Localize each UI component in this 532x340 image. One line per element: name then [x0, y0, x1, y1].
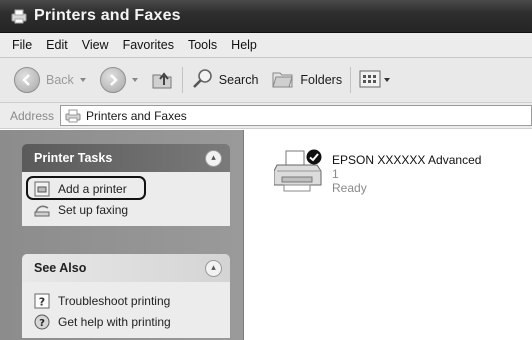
troubleshoot-printing-label: Troubleshoot printing [58, 293, 171, 308]
menu-edit[interactable]: Edit [40, 36, 74, 54]
views-button[interactable] [359, 69, 391, 92]
printers-folder-icon [10, 8, 28, 24]
printers-list: EPSON XXXXXX Advanced 1 Ready [244, 130, 532, 340]
printer-item[interactable]: EPSON XXXXXX Advanced 1 Ready [273, 147, 481, 195]
forward-button[interactable] [99, 67, 138, 93]
set-up-faxing-link[interactable]: Set up faxing [34, 199, 230, 220]
address-field[interactable]: Printers and Faxes [60, 105, 532, 126]
svg-text:?: ? [39, 295, 45, 308]
fax-icon [34, 202, 50, 218]
printer-tasks-title: Printer Tasks [34, 151, 113, 165]
menu-favorites[interactable]: Favorites [117, 36, 180, 54]
see-also-panel: See Also ▴ ? Troubleshoot printing ? Get… [22, 254, 230, 338]
back-arrow-icon [14, 67, 40, 93]
printer-tasks-body: Add a printer Set up faxing [22, 172, 230, 226]
address-label: Address [10, 108, 55, 123]
help-globe-icon: ? [34, 314, 50, 330]
printer-tasks-panel: Printer Tasks ▴ Add a printer Set up fax… [22, 144, 230, 226]
title-bar: Printers and Faxes [0, 0, 532, 33]
address-value: Printers and Faxes [86, 108, 187, 123]
back-button[interactable]: Back [14, 67, 86, 93]
folders-icon [270, 68, 296, 93]
menu-tools[interactable]: Tools [182, 36, 223, 54]
printer-status: Ready [332, 181, 367, 195]
check-icon [306, 149, 322, 168]
task-pane: Printer Tasks ▴ Add a printer Set up fax… [0, 130, 244, 340]
help-icon: ? [34, 293, 50, 309]
window-title: Printers and Faxes [34, 7, 181, 24]
folders-button[interactable]: Folders [270, 68, 342, 93]
printers-folder-icon [65, 109, 81, 123]
forward-arrow-icon [99, 67, 126, 93]
add-printer-icon [34, 181, 50, 197]
see-also-body: ? Troubleshoot printing ? Get help with … [22, 282, 230, 338]
toolbar: Back Search Folders [0, 58, 532, 103]
views-icon [359, 69, 381, 92]
back-dropdown-icon[interactable] [79, 78, 86, 82]
menu-bar: File Edit View Favorites Tools Help [0, 33, 532, 58]
collapse-chevron-icon[interactable]: ▴ [205, 149, 222, 167]
menu-file[interactable]: File [6, 36, 38, 54]
forward-dropdown-icon[interactable] [131, 78, 138, 82]
svg-text:?: ? [39, 318, 45, 329]
toolbar-separator [181, 67, 183, 93]
printer-name: EPSON XXXXXX Advanced [332, 153, 482, 167]
troubleshoot-printing-link[interactable]: ? Troubleshoot printing [34, 290, 230, 311]
search-button[interactable]: Search [191, 67, 259, 94]
printer-tasks-header[interactable]: Printer Tasks ▴ [22, 144, 230, 172]
printer-icon [273, 147, 326, 195]
views-dropdown-icon[interactable] [384, 78, 391, 82]
see-also-title: See Also [34, 261, 87, 275]
up-folder-icon [150, 67, 174, 94]
see-also-header[interactable]: See Also ▴ [22, 254, 230, 282]
search-label: Search [218, 73, 259, 87]
search-icon [191, 67, 215, 94]
up-folder-button[interactable] [150, 67, 174, 94]
toolbar-separator [350, 67, 352, 93]
collapse-chevron-icon[interactable]: ▴ [205, 259, 222, 277]
menu-view[interactable]: View [76, 36, 115, 54]
printer-document-count: 1 [332, 167, 339, 181]
back-label: Back [46, 73, 74, 87]
add-printer-link[interactable]: Add a printer [26, 176, 230, 200]
menu-help[interactable]: Help [225, 36, 263, 54]
get-help-printing-link[interactable]: ? Get help with printing [34, 311, 230, 332]
folders-label: Folders [300, 73, 343, 87]
printer-details: EPSON XXXXXX Advanced 1 Ready [332, 147, 481, 195]
set-up-faxing-label: Set up faxing [58, 202, 129, 217]
get-help-printing-label: Get help with printing [58, 314, 171, 329]
address-bar: Address Printers and Faxes [0, 103, 532, 129]
